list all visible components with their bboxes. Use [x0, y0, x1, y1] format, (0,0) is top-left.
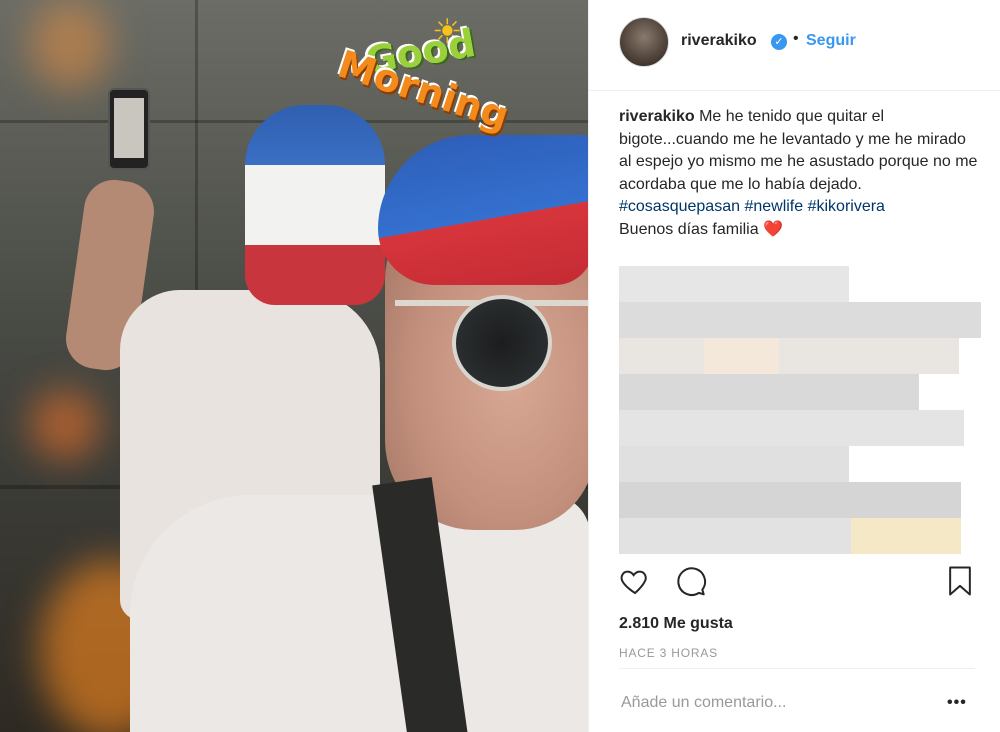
post-photo[interactable]: ☀ Good Morning — [0, 0, 588, 732]
red-heart-icon: ❤️ — [763, 220, 784, 238]
pixel-block — [619, 410, 964, 446]
post-header: riverakiko ✓ • Seguir — [589, 0, 1000, 91]
hashtag-link[interactable]: #kikorivera — [808, 198, 885, 215]
phone-screen — [114, 98, 144, 158]
avatar[interactable] — [619, 17, 669, 67]
comment-divider — [619, 668, 975, 669]
comment-input[interactable]: Añade un comentario... — [621, 694, 786, 712]
caption-closing: Buenos días familia — [619, 220, 759, 238]
more-options-icon[interactable]: ••• — [947, 694, 967, 712]
heart-icon[interactable] — [619, 565, 653, 599]
post-sidebar: riverakiko ✓ • Seguir riverakiko Me he t… — [588, 0, 1000, 732]
hashtag-link[interactable]: #newlife — [744, 198, 803, 215]
front-shirt — [130, 495, 588, 732]
separator-dot: • — [793, 30, 799, 47]
pixelated-comments — [619, 266, 981, 556]
caption-author[interactable]: riverakiko — [619, 108, 695, 125]
pixel-block — [619, 446, 849, 482]
light-glow — [30, 0, 110, 90]
pixel-block — [619, 338, 959, 374]
hashtag-list: #cosasquepasan #newlife #kikorivera — [619, 198, 885, 215]
pixel-block — [619, 302, 981, 338]
post-timestamp[interactable]: HACE 3 HORAS — [619, 646, 718, 660]
pixel-block — [619, 374, 919, 410]
pixel-block — [619, 266, 849, 302]
pixel-block — [704, 338, 779, 374]
verified-badge-icon: ✓ — [771, 34, 787, 50]
username-link[interactable]: riverakiko — [681, 32, 757, 50]
likes-count[interactable]: 2.810 Me gusta — [619, 615, 733, 633]
phone — [108, 88, 150, 170]
sunglasses-lens — [452, 295, 552, 391]
post-caption: riverakiko Me he tenido que quitar el bi… — [619, 106, 979, 241]
light-glow — [30, 390, 100, 460]
bookmark-icon[interactable] — [945, 565, 979, 599]
pixel-block — [851, 518, 961, 554]
comment-icon[interactable] — [675, 565, 709, 599]
follow-button[interactable]: Seguir — [806, 32, 856, 50]
good-morning-sticker: ☀ Good Morning — [333, 10, 535, 160]
hashtag-link[interactable]: #cosasquepasan — [619, 198, 740, 215]
action-bar — [589, 565, 1000, 610]
pixel-block — [619, 482, 961, 518]
